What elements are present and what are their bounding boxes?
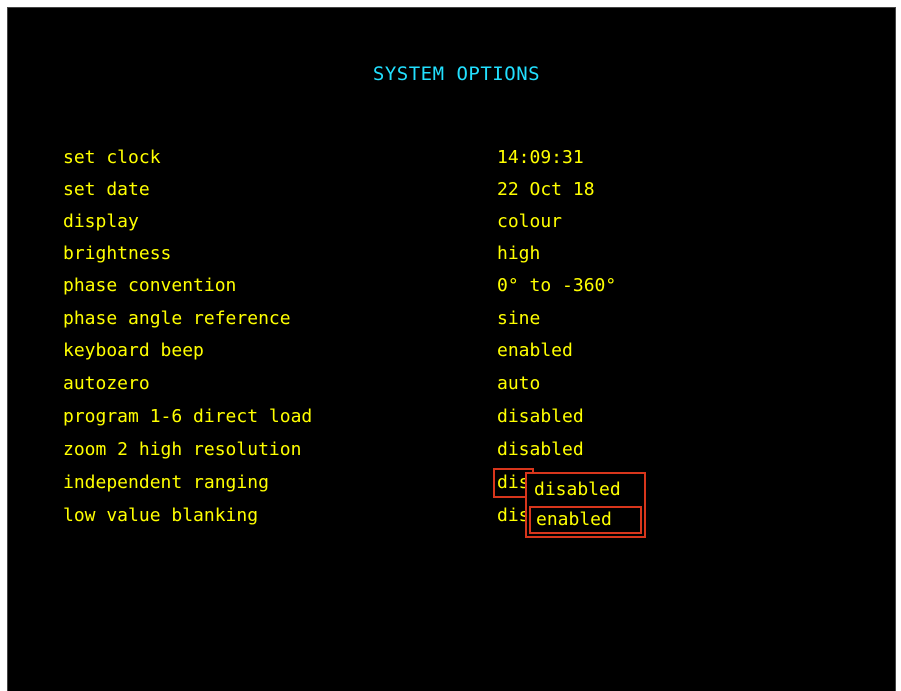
option-label-program-direct-load[interactable]: program 1-6 direct load bbox=[63, 402, 312, 432]
option-label-low-value-blanking[interactable]: low value blanking bbox=[63, 501, 258, 531]
option-value-phase-convention[interactable]: 0° to -360° bbox=[497, 271, 616, 301]
dropdown-item-disabled[interactable]: disabled bbox=[529, 476, 642, 504]
screen: SYSTEM OPTIONS set clock 14:09:31 set da… bbox=[25, 25, 888, 684]
option-value-brightness[interactable]: high bbox=[497, 239, 540, 269]
instrument-display: SYSTEM OPTIONS set clock 14:09:31 set da… bbox=[8, 8, 895, 691]
option-label-independent-ranging[interactable]: independent ranging bbox=[63, 468, 269, 498]
option-label-brightness[interactable]: brightness bbox=[63, 239, 171, 269]
option-value-autozero[interactable]: auto bbox=[497, 369, 540, 399]
option-label-autozero[interactable]: autozero bbox=[63, 369, 150, 399]
option-label-set-date[interactable]: set date bbox=[63, 175, 150, 205]
option-label-phase-angle-reference[interactable]: phase angle reference bbox=[63, 304, 291, 334]
option-dropdown[interactable]: disabled enabled bbox=[525, 472, 646, 538]
option-label-display[interactable]: display bbox=[63, 207, 139, 237]
page-title: SYSTEM OPTIONS bbox=[372, 63, 541, 85]
option-value-zoom-high-resolution[interactable]: disabled bbox=[497, 435, 584, 465]
option-value-keyboard-beep[interactable]: enabled bbox=[497, 336, 573, 366]
option-value-phase-angle-reference[interactable]: sine bbox=[497, 304, 540, 334]
option-value-display[interactable]: colour bbox=[497, 207, 562, 237]
option-value-program-direct-load[interactable]: disabled bbox=[497, 402, 584, 432]
dropdown-item-enabled[interactable]: enabled bbox=[529, 506, 642, 534]
option-label-phase-convention[interactable]: phase convention bbox=[63, 271, 236, 301]
option-value-set-date[interactable]: 22 Oct 18 bbox=[497, 175, 595, 205]
option-label-set-clock[interactable]: set clock bbox=[63, 143, 161, 173]
option-label-zoom-high-resolution[interactable]: zoom 2 high resolution bbox=[63, 435, 301, 465]
option-label-keyboard-beep[interactable]: keyboard beep bbox=[63, 336, 204, 366]
option-value-set-clock[interactable]: 14:09:31 bbox=[497, 143, 584, 173]
